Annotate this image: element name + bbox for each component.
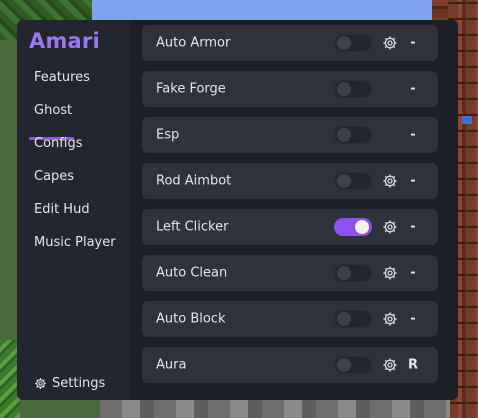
sidebar-item-music-player[interactable]: Music Player	[34, 235, 116, 250]
sidebar-item-capes[interactable]: Capes	[34, 169, 74, 184]
toggle-knob	[337, 266, 351, 280]
module-row-fake-forge[interactable]: Fake Forge -	[142, 71, 438, 107]
gear-icon	[35, 378, 46, 389]
keybind-label[interactable]: -	[406, 36, 420, 51]
module-name: Rod Aimbot	[156, 173, 232, 189]
toggle-knob	[337, 128, 351, 142]
toggle-knob	[337, 36, 351, 50]
module-row-aura[interactable]: Aura R	[142, 347, 438, 383]
gear-icon[interactable]	[382, 311, 398, 327]
module-name: Auto Clean	[156, 265, 228, 281]
module-name: Fake Forge	[156, 81, 226, 97]
module-row-esp[interactable]: Esp -	[142, 117, 438, 153]
keybind-label[interactable]: -	[406, 82, 420, 97]
module-row-auto-armor[interactable]: Auto Armor -	[142, 25, 438, 61]
gear-icon[interactable]	[382, 173, 398, 189]
keybind-label[interactable]: -	[406, 128, 420, 143]
toggle-knob	[355, 220, 369, 234]
sidebar-item-features[interactable]: Features	[34, 70, 90, 85]
module-toggle-esp[interactable]	[334, 126, 372, 144]
gear-icon[interactable]	[382, 357, 398, 373]
module-toggle-fake-forge[interactable]	[334, 80, 372, 98]
sidebar-item-configs[interactable]: Configs	[34, 136, 82, 151]
module-toggle-auto-clean[interactable]	[334, 264, 372, 282]
sidebar-item-edit-hud[interactable]: Edit Hud	[34, 202, 90, 217]
keybind-label[interactable]: -	[406, 312, 420, 327]
settings-label: Settings	[52, 376, 106, 391]
keybind-label[interactable]: -	[406, 174, 420, 189]
module-toggle-aura[interactable]	[334, 356, 372, 374]
keybind-label[interactable]: R	[406, 358, 420, 373]
toggle-knob	[337, 174, 351, 188]
toggle-knob	[337, 312, 351, 326]
settings-button[interactable]: Settings	[34, 376, 105, 391]
module-row-auto-clean[interactable]: Auto Clean -	[142, 255, 438, 291]
module-list: Auto Armor - Fake Forge - Esp - Rod Aimbot - Lef…	[130, 20, 458, 400]
module-toggle-auto-block[interactable]	[334, 310, 372, 328]
keybind-label[interactable]: -	[406, 220, 420, 235]
module-toggle-auto-armor[interactable]	[334, 34, 372, 52]
toggle-knob	[337, 358, 351, 372]
gear-icon[interactable]	[382, 219, 398, 235]
module-name: Auto Block	[156, 311, 226, 327]
sidebar-item-ghost[interactable]: Ghost	[34, 103, 72, 118]
sidebar: Amari Features Ghost Configs Capes Edit …	[17, 20, 130, 400]
background-flag	[462, 116, 472, 124]
module-name: Left Clicker	[156, 219, 229, 235]
app-logo: Amari	[29, 29, 100, 53]
module-toggle-rod-aimbot[interactable]	[334, 172, 372, 190]
module-name: Aura	[156, 357, 187, 373]
module-name: Auto Armor	[156, 35, 231, 51]
module-name: Esp	[156, 127, 180, 143]
gear-icon[interactable]	[382, 35, 398, 51]
gear-icon[interactable]	[382, 265, 398, 281]
module-row-left-clicker[interactable]: Left Clicker -	[142, 209, 438, 245]
module-row-auto-block[interactable]: Auto Block -	[142, 301, 438, 337]
module-row-rod-aimbot[interactable]: Rod Aimbot -	[142, 163, 438, 199]
toggle-knob	[337, 82, 351, 96]
keybind-label[interactable]: -	[406, 266, 420, 281]
background-sky	[92, 0, 444, 22]
module-toggle-left-clicker[interactable]	[334, 218, 372, 236]
